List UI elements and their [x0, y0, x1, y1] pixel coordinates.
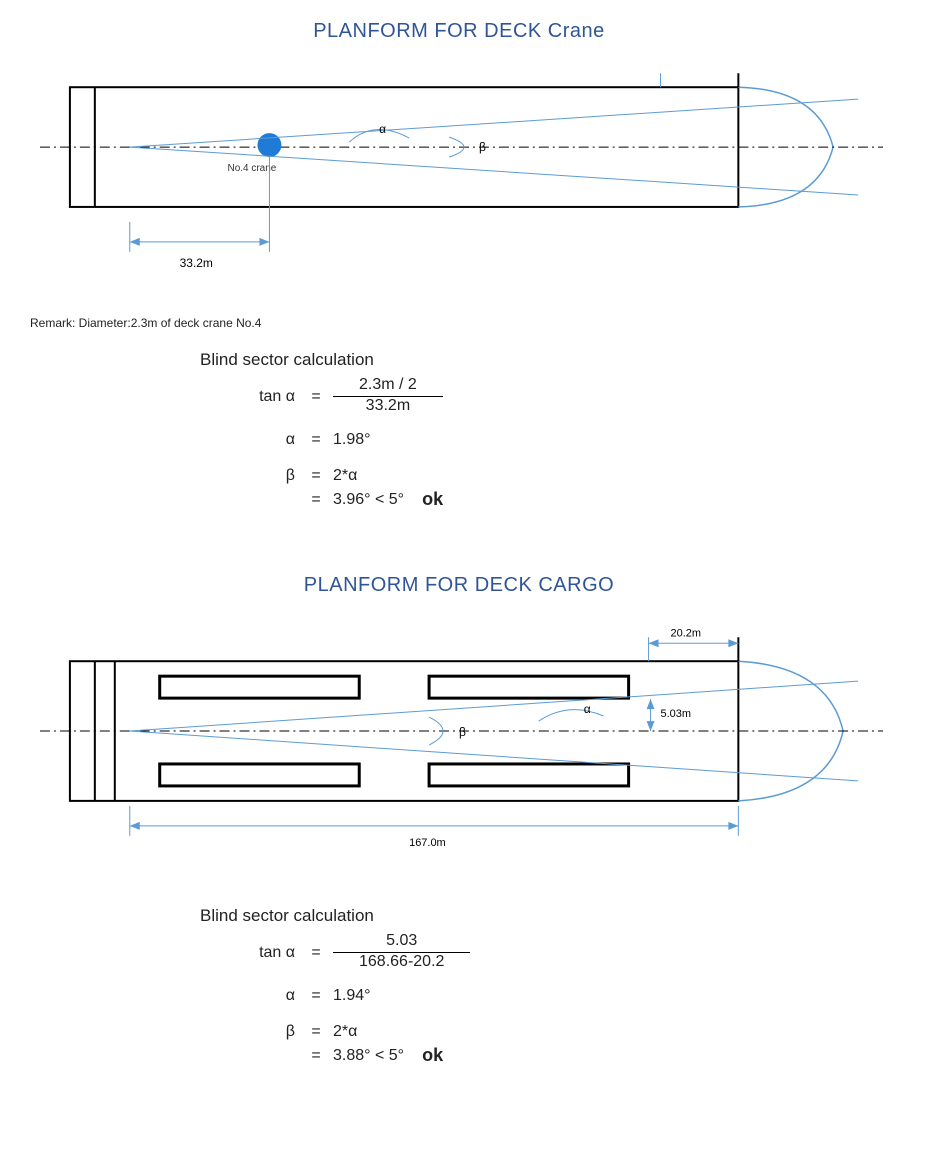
beta-val-2: 3.88° < 5°	[325, 1047, 404, 1065]
calc-block-crane: Blind sector calculation tan α = 2.3m / …	[200, 350, 888, 510]
fraction-2: 5.03 168.66-20.2	[333, 932, 470, 973]
calc-title-2: Blind sector calculation	[200, 906, 888, 926]
fraction-1: 2.3m / 2 33.2m	[333, 376, 443, 417]
alpha-val-1: 1.98°	[325, 431, 371, 449]
alpha-label-2: α	[584, 702, 591, 716]
equals-icon: =	[307, 388, 325, 406]
remark-crane: Remark: Diameter:2.3m of deck crane No.4	[30, 316, 888, 330]
dim-side: 5.03m	[661, 708, 692, 720]
beta-expr-1: 2*α	[325, 467, 357, 485]
tan-lhs-1: tan α	[200, 388, 307, 406]
alpha-label-1: α	[379, 122, 386, 136]
alpha-lhs-2: α	[200, 987, 307, 1005]
diagram-cargo: 20.2m α β 5.03m 167.0m	[30, 621, 888, 881]
tan-lhs-2: tan α	[200, 944, 307, 962]
beta-label-2: β	[459, 725, 466, 739]
diagram-crane: No.4 crane α β 33.2m	[30, 67, 888, 287]
beta-lhs-2: β	[200, 1023, 307, 1041]
alpha-lhs-1: α	[200, 431, 307, 449]
beta-label-1: β	[479, 140, 486, 154]
dim-bottom: 167.0m	[409, 837, 446, 849]
ok-label-1: ok	[404, 489, 443, 510]
dim-crane: 33.2m	[180, 256, 213, 270]
ok-label-2: ok	[404, 1045, 443, 1066]
section2-title: PLANFORM FOR DECK CARGO	[30, 574, 888, 597]
beta-val-1: 3.96° < 5°	[325, 491, 404, 509]
calc-title-1: Blind sector calculation	[200, 350, 888, 370]
calc-block-cargo: Blind sector calculation tan α = 5.03 16…	[200, 906, 888, 1066]
beta-expr-2: 2*α	[325, 1023, 357, 1041]
section1-title: PLANFORM FOR DECK Crane	[30, 20, 888, 43]
alpha-val-2: 1.94°	[325, 987, 371, 1005]
dim-top: 20.2m	[671, 627, 702, 639]
beta-lhs-1: β	[200, 467, 307, 485]
